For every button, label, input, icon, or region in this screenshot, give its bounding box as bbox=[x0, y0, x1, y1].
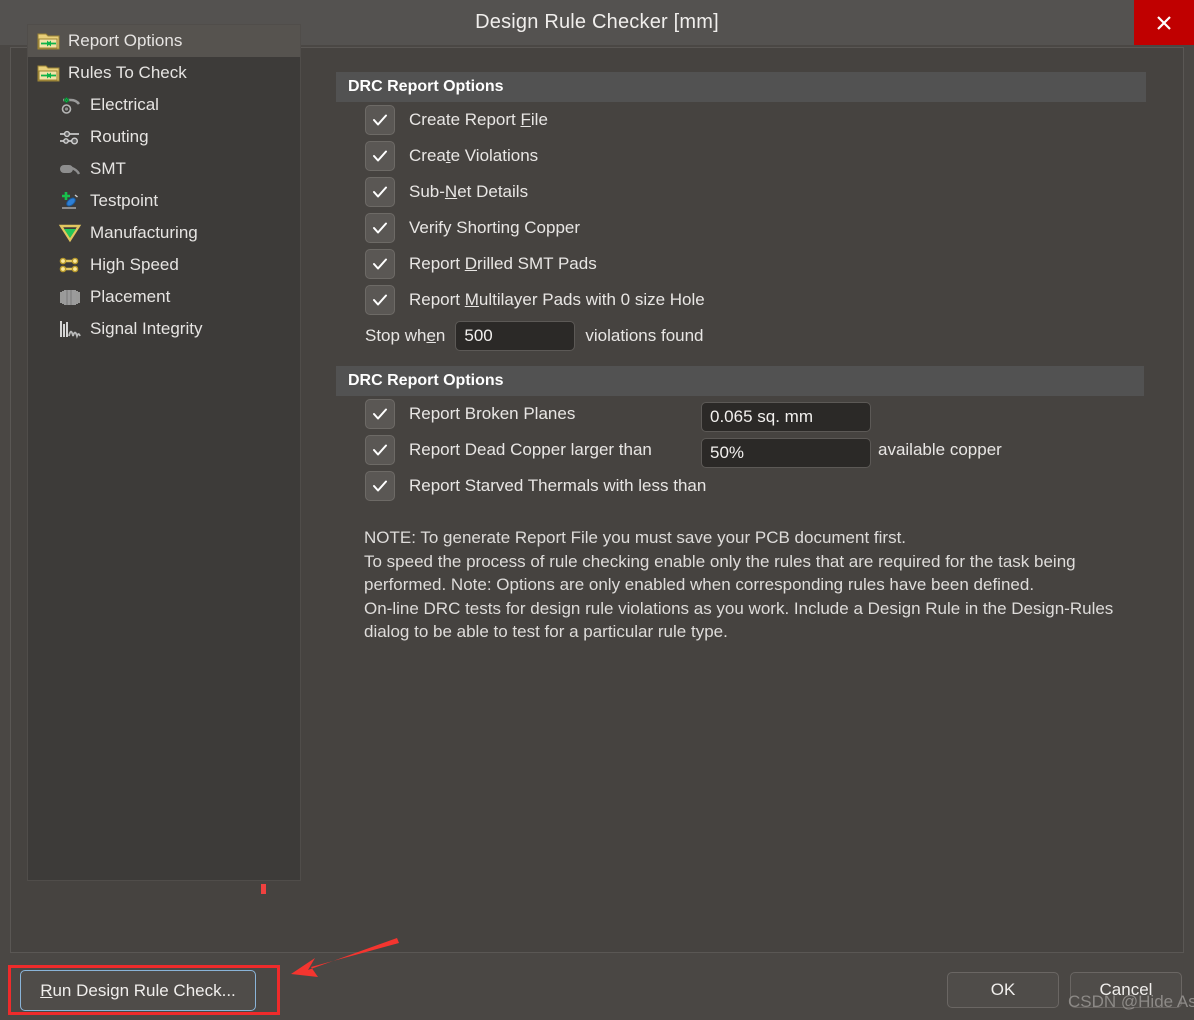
note-line-4: On-line DRC tests for design rule violat… bbox=[364, 598, 1114, 618]
routing-icon bbox=[58, 125, 84, 149]
option-row-starved-thermals: Report Starved Thermals with less than bbox=[336, 468, 1146, 504]
option-row-create-report-file: Create Report File bbox=[336, 102, 1146, 138]
sidebar-item-label: Report Options bbox=[68, 31, 183, 50]
check-icon bbox=[373, 114, 387, 126]
design-rule-checker-dialog: Design Rule Checker [mm] Report Options R… bbox=[0, 0, 1194, 1020]
manufacturing-icon bbox=[58, 221, 84, 245]
checkbox-report-dead-copper[interactable] bbox=[365, 435, 395, 465]
sidebar-item-label: Signal Integrity bbox=[90, 319, 203, 338]
stop-when-row: Stop when violations found bbox=[336, 318, 1146, 354]
label-report-dead-copper: Report Dead Copper larger than bbox=[409, 440, 652, 459]
label-verify-shorting-copper: Verify Shorting Copper bbox=[409, 218, 581, 237]
sidebar-item-label: Testpoint bbox=[90, 191, 159, 210]
rules-tree: Report Options Rules To Check Electrical Ro… bbox=[28, 25, 300, 345]
ok-button[interactable]: OK bbox=[947, 972, 1059, 1008]
label-report-multilayer-pads-with-0-size-hole: Report Multilayer Pads with 0 size Hole bbox=[409, 290, 705, 309]
checkbox-report-drilled-smt-pads[interactable] bbox=[365, 249, 395, 279]
sidebar-item-routing[interactable]: Routing bbox=[28, 121, 300, 153]
smt-icon bbox=[58, 157, 84, 181]
check-icon bbox=[373, 150, 387, 162]
note-line-3: performed. Note: Options are only enable… bbox=[364, 575, 1035, 594]
signal-integrity-icon bbox=[58, 317, 84, 341]
options-pane: DRC Report Options Create Report File Cre… bbox=[336, 72, 1146, 644]
checkbox-report-broken-planes[interactable] bbox=[365, 399, 395, 429]
sidebar-item-label: SMT bbox=[90, 159, 126, 178]
label-create-violations: Create Violations bbox=[409, 146, 539, 165]
checkbox-create-violations[interactable] bbox=[365, 141, 395, 171]
sidebar-item-smt[interactable]: SMT bbox=[28, 153, 300, 185]
close-button[interactable] bbox=[1134, 0, 1194, 45]
checkbox-report-starved-thermals[interactable] bbox=[365, 471, 395, 501]
label-create-report-file: Create Report File bbox=[409, 110, 548, 129]
sidebar-item-label: Rules To Check bbox=[68, 63, 187, 82]
checkbox-sub-net-details[interactable] bbox=[365, 177, 395, 207]
folder-report-icon bbox=[36, 29, 62, 53]
sidebar-item-signal-integrity[interactable]: Signal Integrity bbox=[28, 313, 300, 345]
testpoint-icon bbox=[58, 189, 84, 213]
sidebar-item-report-options[interactable]: Report Options bbox=[28, 25, 300, 57]
check-icon bbox=[373, 222, 387, 234]
stop-when-label: Stop when bbox=[365, 326, 446, 345]
run-design-rule-check-button[interactable]: Run Design Rule Check... bbox=[20, 970, 256, 1011]
note-line-5: dialog to be able to test for a particul… bbox=[364, 622, 728, 641]
option-row-verify-shorting-copper: Verify Shorting Copper bbox=[336, 210, 1146, 246]
label-report-broken-planes: Report Broken Planes bbox=[409, 404, 576, 423]
check-icon bbox=[373, 294, 387, 306]
label-report-drilled-smt-pads: Report Drilled SMT Pads bbox=[409, 254, 597, 273]
checkbox-report-multilayer-pads-with-0-size-hole[interactable] bbox=[365, 285, 395, 315]
violations-found-label: violations found bbox=[585, 326, 704, 345]
cancel-button[interactable]: Cancel bbox=[1070, 972, 1182, 1008]
sidebar-item-label: Routing bbox=[90, 127, 149, 146]
sidebar-red-marker bbox=[261, 884, 266, 894]
folder-rules-icon bbox=[36, 61, 62, 85]
label-sub-net-details: Sub-Net Details bbox=[409, 182, 529, 201]
checkbox-verify-shorting-copper[interactable] bbox=[365, 213, 395, 243]
note-text: NOTE: To generate Report File you must s… bbox=[336, 504, 1126, 644]
sidebar-item-high-speed[interactable]: High Speed bbox=[28, 249, 300, 281]
sidebar-item-label: Electrical bbox=[90, 95, 159, 114]
section-header-report-options-1: DRC Report Options bbox=[336, 72, 1146, 102]
checkbox-create-report-file[interactable] bbox=[365, 105, 395, 135]
close-x-icon bbox=[1157, 15, 1171, 30]
report-options-list: Create Report File Create Violations Sub-N… bbox=[336, 102, 1146, 318]
sidebar-item-testpoint[interactable]: Testpoint bbox=[28, 185, 300, 217]
check-icon bbox=[373, 186, 387, 198]
option-row-create-violations: Create Violations bbox=[336, 138, 1146, 174]
dead-copper-area-input[interactable] bbox=[701, 402, 871, 432]
check-icon bbox=[373, 480, 387, 492]
sidebar-item-label: High Speed bbox=[90, 255, 179, 274]
option-row-report-multilayer-pads-with-0-size-hole: Report Multilayer Pads with 0 size Hole bbox=[336, 282, 1146, 318]
sidebar-item-manufacturing[interactable]: Manufacturing bbox=[28, 217, 300, 249]
sidebar-item-placement[interactable]: Placement bbox=[28, 281, 300, 313]
sidebar-item-label: Manufacturing bbox=[90, 223, 198, 242]
sidebar-item-rules-to-check[interactable]: Rules To Check bbox=[28, 57, 300, 89]
available-copper-label: available copper bbox=[878, 440, 1002, 459]
starved-thermals-percent-input[interactable] bbox=[701, 438, 871, 468]
option-row-report-drilled-smt-pads: Report Drilled SMT Pads bbox=[336, 246, 1146, 282]
stop-when-input[interactable] bbox=[455, 321, 576, 351]
check-icon bbox=[373, 444, 387, 456]
section-header-report-options-2: DRC Report Options bbox=[336, 366, 1144, 396]
note-line-2: To speed the process of rule checking en… bbox=[364, 551, 1076, 571]
placement-icon bbox=[58, 285, 84, 309]
check-icon bbox=[373, 408, 387, 420]
electrical-icon bbox=[58, 93, 84, 117]
sidebar-item-electrical[interactable]: Electrical bbox=[28, 89, 300, 121]
high-speed-icon bbox=[58, 253, 84, 277]
note-line-1: NOTE: To generate Report File you must s… bbox=[364, 528, 907, 547]
rules-tree-panel: Report Options Rules To Check Electrical Ro… bbox=[27, 24, 301, 881]
sidebar-item-label: Placement bbox=[90, 287, 171, 306]
label-report-starved-thermals: Report Starved Thermals with less than bbox=[409, 476, 707, 495]
check-icon bbox=[373, 258, 387, 270]
option-row-sub-net-details: Sub-Net Details bbox=[336, 174, 1146, 210]
